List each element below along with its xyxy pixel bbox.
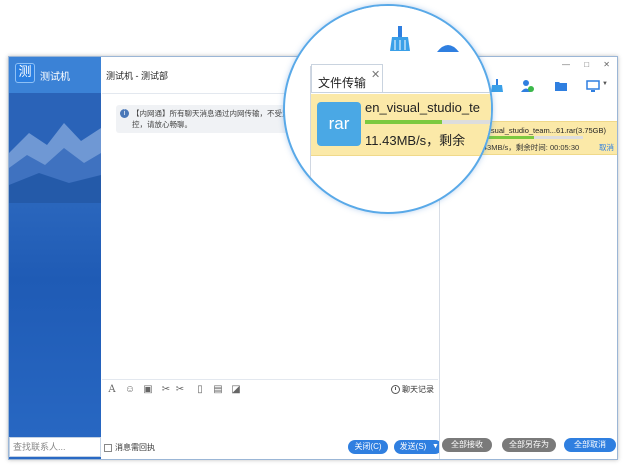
folder-icon[interactable]: ▤: [212, 384, 224, 396]
system-notice: i 【内网通】所有聊天消息通过内网传输，不受监控，请放心畅聊。: [116, 105, 306, 133]
app-logo-icon: 测: [15, 63, 35, 83]
screenshot-icon[interactable]: ✂: [160, 384, 172, 396]
broom-icon[interactable]: [490, 79, 504, 93]
window-controls[interactable]: — □ ✕: [562, 60, 616, 69]
divider: [311, 92, 491, 93]
save-all-as-button[interactable]: 全部另存为: [502, 438, 556, 452]
emoji-icon[interactable]: ☺: [124, 384, 136, 396]
magnifier-overlay: 文件传输 ✕ rar en_visual_studio_te 11.43MB/s…: [283, 4, 493, 214]
accept-all-button[interactable]: 全部接收: [442, 438, 492, 452]
chat-bottom-bar: 消息需回执 关闭(C) 发送(S) ▼: [102, 437, 442, 459]
font-icon[interactable]: A: [106, 384, 118, 396]
screen-share-icon[interactable]: [586, 79, 600, 93]
transfer-toolbar: ▼: [490, 79, 617, 95]
read-receipt-label: 消息需回执: [115, 443, 155, 452]
magnified-progress-fill: [365, 120, 442, 124]
notice-text: 【内网通】所有聊天消息通过内网传输，不受监控，请放心畅聊。: [132, 109, 290, 129]
read-receipt-option[interactable]: 消息需回执: [104, 442, 155, 453]
close-button[interactable]: 关闭(C): [348, 440, 388, 454]
chat-title: 测试机 - 测试部: [106, 71, 168, 81]
magnified-file-name: en_visual_studio_te: [365, 100, 480, 115]
contact-search-input[interactable]: 查找联系人...: [9, 437, 101, 457]
read-receipt-checkbox[interactable]: [104, 443, 112, 452]
close-icon[interactable]: ✕: [371, 68, 380, 81]
sidebar: 测 测试机 查找联系人...: [9, 57, 101, 459]
image-icon[interactable]: ▣: [142, 384, 154, 396]
chat-toolbar: A ☺ ▣ ✂ ✂ ▯ ▤ ◪ 聊天记录: [102, 379, 438, 399]
chevron-down-icon[interactable]: ▼: [602, 81, 608, 87]
sidebar-header: 测 测试机: [9, 57, 101, 93]
send-label: 发送(S): [399, 442, 427, 451]
folder-icon[interactable]: [554, 79, 568, 93]
transfer-file-name: en_visual_studio_team...61.rar(3.75GB): [473, 126, 606, 135]
file-transfer-tab[interactable]: 文件传输 ✕: [311, 64, 383, 92]
app-name: 测试机: [40, 72, 70, 83]
file-transfer-tab-label: 文件传输: [318, 76, 367, 90]
broom-icon: [390, 26, 410, 51]
screenshot-options-icon[interactable]: ✂: [174, 384, 186, 396]
info-icon: i: [120, 109, 129, 118]
magnified-toolbar: [285, 6, 491, 66]
chat-history-label: 聊天记录: [402, 385, 434, 394]
sidebar-wallpaper: [9, 93, 101, 203]
add-user-icon[interactable]: [520, 79, 534, 93]
transfer-cancel-link[interactable]: 取消: [599, 142, 614, 153]
rar-file-icon: rar: [317, 102, 361, 146]
shake-icon[interactable]: ◪: [230, 384, 242, 396]
magnified-progress: [365, 120, 491, 124]
file-icon[interactable]: ▯: [194, 384, 206, 396]
chevron-down-icon[interactable]: ▼: [432, 440, 439, 454]
magnified-speed: 11.43MB/s，剩余: [365, 133, 466, 148]
add-user-icon: [437, 45, 459, 52]
clock-icon: [391, 385, 400, 394]
cancel-all-button[interactable]: 全部取消: [564, 438, 616, 452]
chat-history-button[interactable]: 聊天记录: [391, 384, 434, 395]
magnified-transfer-item: rar en_visual_studio_te 11.43MB/s，剩余: [311, 94, 491, 156]
